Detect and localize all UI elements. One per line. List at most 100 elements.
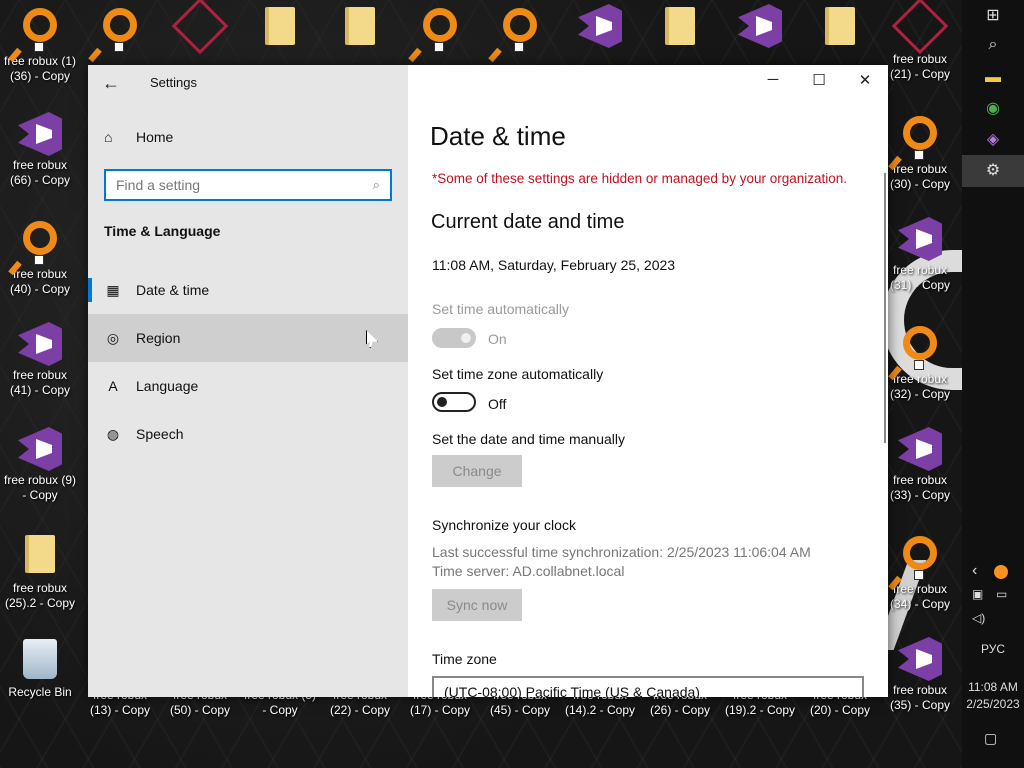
start-windows-icon[interactable]: ⊞ bbox=[962, 0, 1024, 32]
desktop-icon-label: free robux bbox=[892, 263, 948, 277]
desktop-icon-label: (31) - Copy bbox=[889, 278, 951, 292]
desktop-icon[interactable]: free robux (32) - Copy bbox=[880, 322, 960, 402]
recycle-bin[interactable]: Recycle Bin bbox=[0, 637, 80, 700]
desktop-icon[interactable]: free robux (31) - Copy bbox=[880, 217, 960, 293]
search-placeholder: Find a setting bbox=[116, 177, 201, 193]
clock-time[interactable]: 11:08 AM bbox=[962, 680, 1024, 694]
sync-last: Last successful time synchronization: 2/… bbox=[432, 544, 811, 560]
desktop-icon[interactable] bbox=[400, 4, 480, 54]
home-link[interactable]: ⌂ Home bbox=[104, 129, 173, 145]
desktop-icon[interactable]: free robux (9) - Copy bbox=[0, 427, 80, 503]
desktop-icon[interactable]: free robux (25).2 - Copy bbox=[0, 532, 80, 611]
sidebar-item-date-time[interactable]: ▦ Date & time bbox=[88, 266, 408, 314]
desktop-icon[interactable]: free robux (33) - Copy bbox=[880, 427, 960, 503]
desktop-icon[interactable]: free robux (40) - Copy bbox=[0, 217, 80, 297]
desktop-icon-label: (26) - Copy bbox=[649, 703, 711, 717]
desktop-icon-label: free robux bbox=[892, 473, 948, 487]
settings-sidebar: ← Settings ⌂ Home Find a setting ⌕ Time … bbox=[88, 65, 408, 697]
sidebar-item-label: Language bbox=[136, 378, 199, 394]
desktop-icon[interactable] bbox=[80, 4, 160, 54]
minimize-button[interactable]: ─ bbox=[750, 71, 796, 93]
calendar-clock-icon: ▦ bbox=[106, 281, 120, 298]
timezone-select[interactable]: (UTC-08:00) Pacific Time (US & Canada) bbox=[432, 676, 864, 697]
desktop-icon-label: free robux bbox=[12, 368, 68, 382]
folder-icon bbox=[818, 7, 862, 51]
set-time-auto-toggle[interactable] bbox=[432, 328, 476, 348]
search-input[interactable]: Find a setting ⌕ bbox=[104, 169, 392, 201]
sidebar-item-speech[interactable]: ◍ Speech bbox=[88, 410, 408, 458]
maximize-button[interactable]: ☐ bbox=[796, 71, 842, 93]
desktop-icon[interactable] bbox=[240, 4, 320, 53]
desktop-icon-label: (13) - Copy bbox=[89, 703, 151, 717]
network-icon[interactable]: ▣ bbox=[972, 587, 983, 601]
set-tz-auto-state: Off bbox=[488, 396, 507, 412]
sidebar-item-region[interactable]: ◎ Region bbox=[88, 314, 408, 362]
file-explorer-icon[interactable]: ▬ bbox=[962, 62, 1024, 94]
desktop-icon[interactable]: free robux (66) - Copy bbox=[0, 112, 80, 188]
desktop-icon[interactable]: free robux (30) - Copy bbox=[880, 112, 960, 192]
red-emblem-icon bbox=[171, 0, 229, 55]
home-icon: ⌂ bbox=[104, 129, 113, 145]
desktop-icon[interactable] bbox=[560, 4, 640, 50]
window-title: Settings bbox=[150, 75, 197, 90]
set-tz-auto-toggle[interactable] bbox=[432, 392, 476, 412]
clock-date[interactable]: 2/25/2023 bbox=[962, 697, 1024, 711]
page-title: Date & time bbox=[430, 121, 566, 151]
chrome-icon[interactable]: ◉ bbox=[962, 93, 1024, 125]
desktop-icon-label: (17) - Copy bbox=[409, 703, 471, 717]
desktop-icon[interactable]: free robux (34) - Copy bbox=[880, 532, 960, 612]
scrollbar[interactable] bbox=[884, 173, 886, 443]
visual-studio-icon bbox=[898, 217, 942, 261]
current-heading: Current date and time bbox=[431, 211, 625, 233]
settings-window: ← Settings ⌂ Home Find a setting ⌕ Time … bbox=[88, 65, 888, 697]
visual-studio-icon[interactable]: ◈ bbox=[962, 124, 1024, 156]
desktop-icon[interactable] bbox=[320, 4, 400, 53]
set-time-auto-state: On bbox=[488, 331, 507, 347]
visual-studio-icon bbox=[898, 427, 942, 471]
desktop-icon-label: (22) - Copy bbox=[329, 703, 391, 717]
sidebar-item-language[interactable]: A Language bbox=[88, 362, 408, 410]
input-language[interactable]: РУС bbox=[962, 642, 1024, 656]
search-tool-icon bbox=[18, 221, 62, 265]
desktop-icon[interactable] bbox=[480, 4, 560, 54]
search-tool-icon bbox=[98, 8, 142, 52]
close-button[interactable]: ✕ bbox=[842, 71, 888, 93]
desktop-icon[interactable] bbox=[800, 4, 880, 53]
desktop-icon-label: (14).2 - Copy bbox=[564, 703, 636, 717]
sync-now-button[interactable]: Sync now bbox=[432, 589, 522, 621]
search-icon: ⌕ bbox=[372, 177, 380, 192]
current-datetime: 11:08 AM, Saturday, February 25, 2023 bbox=[432, 257, 676, 273]
sidebar-item-label: Date & time bbox=[136, 282, 210, 298]
desktop-icon-label: (40) - Copy bbox=[9, 282, 71, 296]
desktop-icon-label: (32) - Copy bbox=[889, 387, 951, 401]
set-tz-auto-label: Set time zone automatically bbox=[432, 366, 604, 382]
desktop-icon[interactable] bbox=[720, 4, 800, 50]
desktop-icon-label: (30) - Copy bbox=[889, 177, 951, 191]
back-button[interactable]: ← bbox=[102, 73, 120, 94]
search-tool-icon bbox=[898, 116, 942, 160]
desktop-icon[interactable]: free robux (35) - Copy bbox=[880, 637, 960, 713]
desktop-icon-label: (33) - Copy bbox=[889, 488, 951, 502]
notification-icon[interactable]: ▢ bbox=[984, 730, 997, 747]
desktop-icon-label: (20) - Copy bbox=[809, 703, 871, 717]
search-icon[interactable]: ⌕ bbox=[962, 29, 1024, 61]
sync-heading: Synchronize your clock bbox=[432, 517, 576, 533]
desktop-icon[interactable] bbox=[160, 0, 240, 55]
desktop-icon[interactable] bbox=[640, 4, 720, 53]
visual-studio-icon bbox=[18, 322, 62, 366]
desktop-icon[interactable]: free robux (1) (36) - Copy bbox=[0, 4, 80, 84]
volume-icon[interactable]: ◁) bbox=[972, 611, 985, 625]
change-button[interactable]: Change bbox=[432, 455, 522, 487]
desktop-icon[interactable]: free robux (41) - Copy bbox=[0, 322, 80, 398]
desktop-icon[interactable]: free robux (21) - Copy bbox=[880, 0, 960, 82]
settings-gear-icon[interactable]: ⚙ bbox=[962, 155, 1024, 187]
folder-icon bbox=[258, 7, 302, 51]
desktop-icon-label: free robux bbox=[892, 683, 948, 697]
desktop-icon-label: (36) - Copy bbox=[9, 69, 71, 83]
desktop-icon-label: (19).2 - Copy bbox=[724, 703, 796, 717]
desktop-icon-label: (35) - Copy bbox=[889, 698, 951, 712]
visual-studio-icon bbox=[578, 4, 622, 48]
chevron-left-icon[interactable]: ‹ bbox=[972, 562, 977, 580]
monitor-icon[interactable]: ▭ bbox=[996, 587, 1007, 601]
folder-icon bbox=[658, 7, 702, 51]
